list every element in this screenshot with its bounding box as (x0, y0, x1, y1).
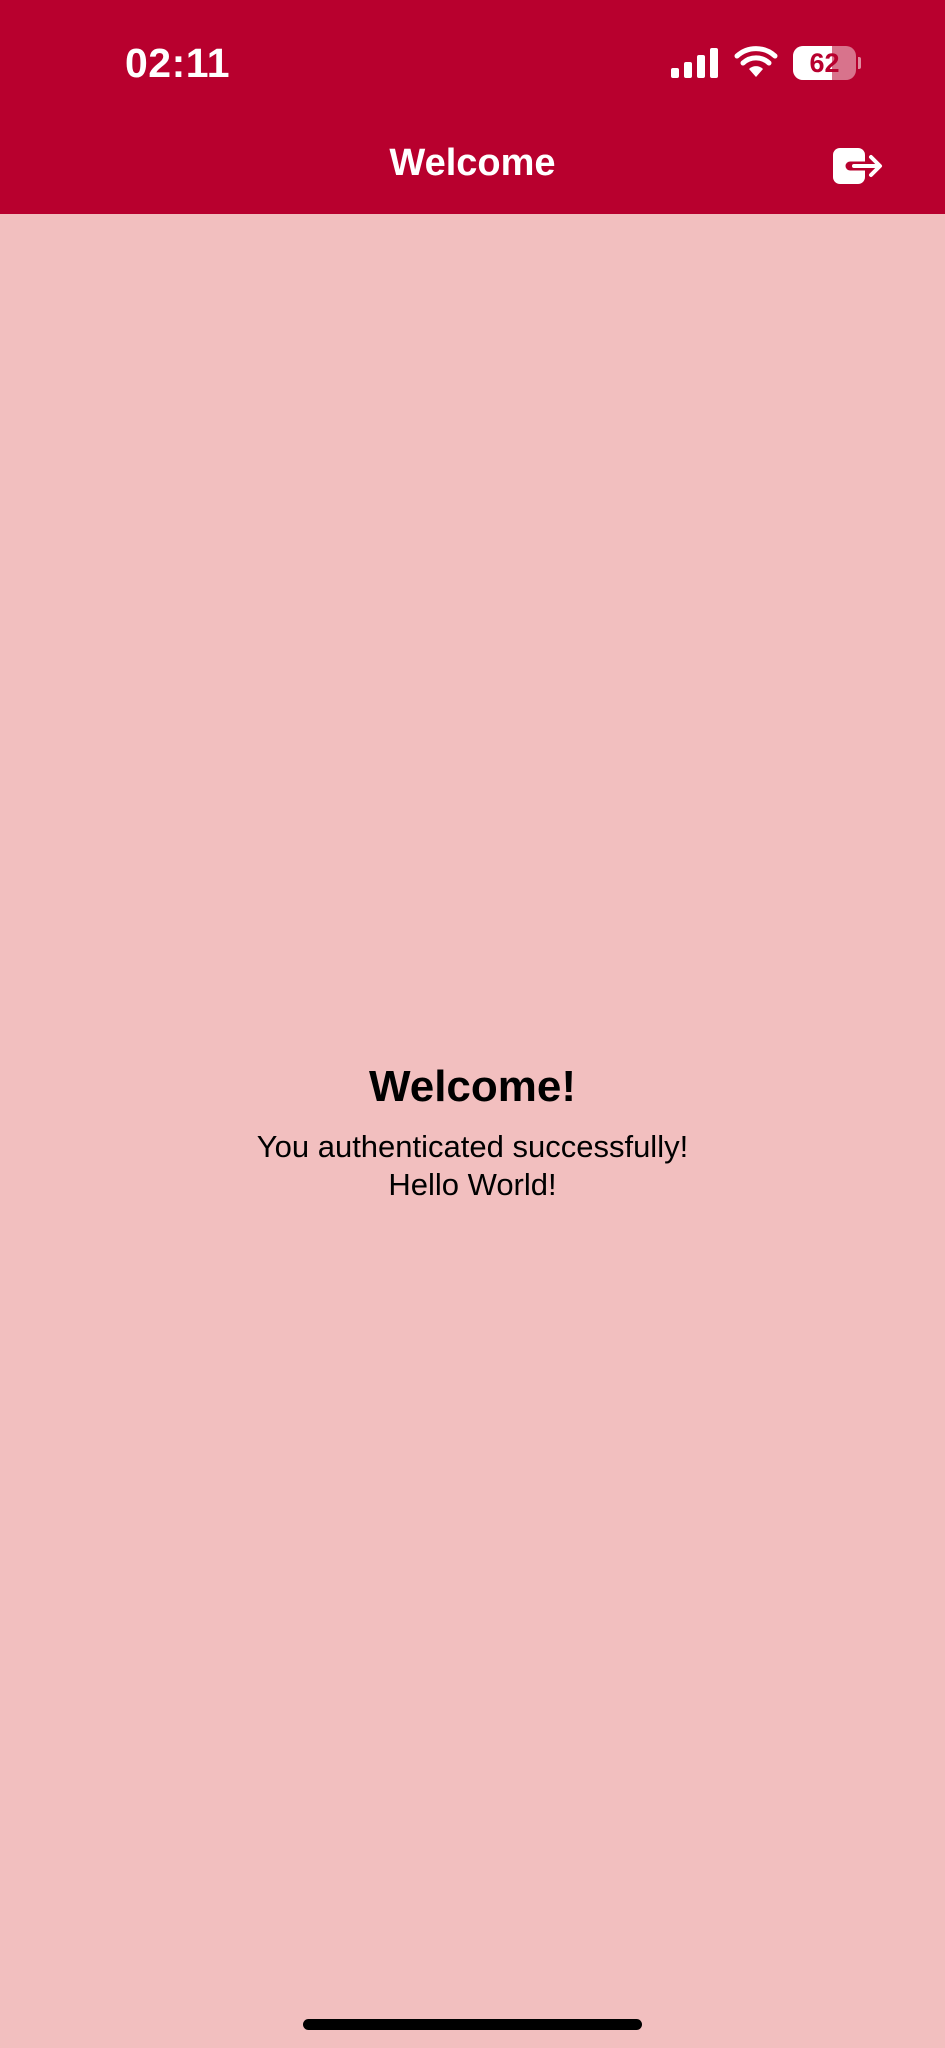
battery-level: 62 (809, 48, 840, 78)
status-bar: 02:11 62 (0, 0, 945, 128)
welcome-message: You authenticated successfully! Hello Wo… (0, 1128, 945, 1204)
status-time: 02:11 (125, 40, 231, 86)
wifi-icon (734, 46, 778, 77)
logout-icon (833, 148, 885, 184)
cellular-signal-icon (671, 48, 718, 78)
hello-world-text: Hello World! (388, 1167, 557, 1202)
main-content: Welcome! You authenticated successfully!… (0, 214, 945, 2048)
home-indicator[interactable] (303, 2019, 642, 2030)
battery-body: 62 (793, 46, 856, 80)
page-title: Welcome (389, 142, 556, 184)
welcome-heading: Welcome! (368, 1062, 577, 1111)
logout-button[interactable] (828, 142, 886, 190)
app-header: 02:11 62 Welcome (0, 0, 945, 214)
battery-icon: 62 (793, 46, 861, 80)
auth-success-text: You authenticated successfully! (256, 1129, 689, 1164)
battery-tip (858, 57, 861, 69)
